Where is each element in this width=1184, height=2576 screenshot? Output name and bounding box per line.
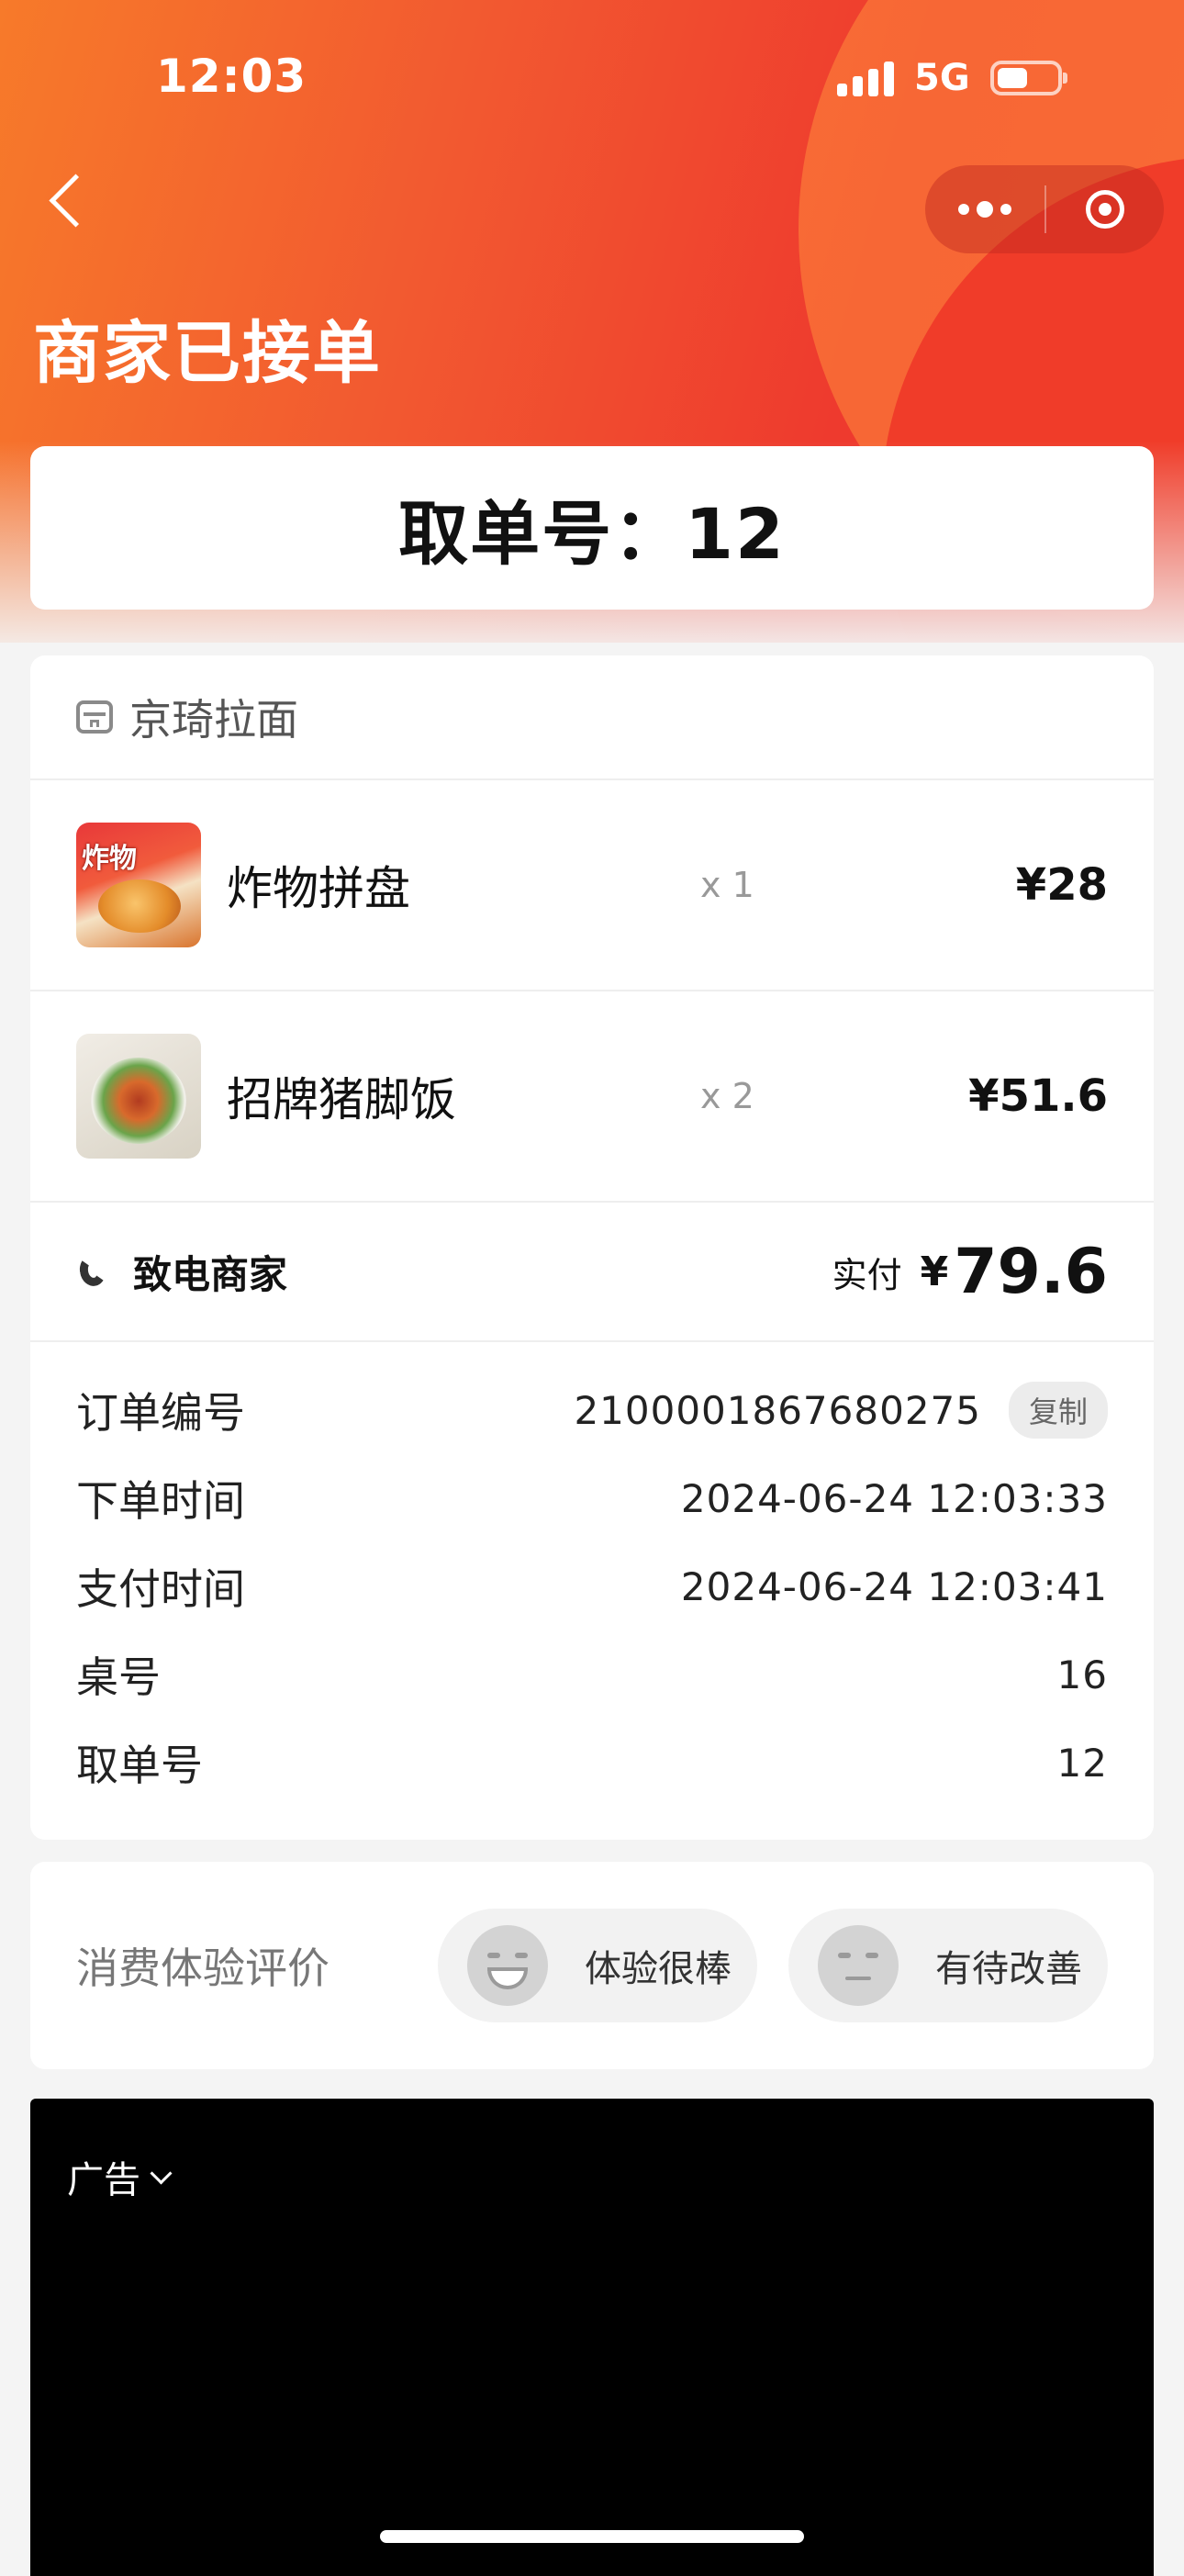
item-thumbnail xyxy=(76,1034,201,1159)
ad-banner[interactable]: 广告 xyxy=(30,2099,1154,2576)
phone-icon[interactable] xyxy=(76,1253,113,1290)
item-price: ¥51.6 xyxy=(968,1070,1108,1122)
item-name: 炸物拼盘 xyxy=(227,862,410,915)
item-quantity: x 1 xyxy=(700,865,754,905)
rating-good-label: 体验很棒 xyxy=(585,1948,732,1990)
call-merchant-button[interactable]: 致电商家 xyxy=(133,1244,832,1300)
happy-face-icon xyxy=(467,1925,548,2006)
detail-row-order-time: 下单时间 2024-06-24 12:03:33 xyxy=(76,1454,1108,1542)
detail-row-table: 桌号 16 xyxy=(76,1630,1108,1719)
total-row: 致电商家 实付 ¥ 79.6 xyxy=(30,1203,1154,1342)
order-item: 炸物 炸物拼盘 x 1 ¥28 xyxy=(30,780,1154,991)
pickup-number-card: 取单号：12 xyxy=(30,446,1154,610)
status-time: 12:03 xyxy=(156,50,307,103)
detail-label: 支付时间 xyxy=(76,1564,245,1614)
signal-icon xyxy=(837,60,894,96)
shop-row[interactable]: 京琦拉面 xyxy=(30,655,1154,780)
order-item: 招牌猪脚饭 x 2 ¥51.6 xyxy=(30,991,1154,1203)
shop-name: 京琦拉面 xyxy=(129,695,298,745)
rating-bad-button[interactable]: 有待改善 xyxy=(788,1909,1108,2022)
pickup-number: 取单号：12 xyxy=(398,493,786,575)
order-details: 订单编号 2100001867680275 复制 下单时间 2024-06-24… xyxy=(30,1342,1154,1807)
item-thumbnail: 炸物 xyxy=(76,823,201,947)
ad-label[interactable]: 广告 xyxy=(67,2150,173,2203)
rating-good-button[interactable]: 体验很棒 xyxy=(438,1909,757,2022)
paid-label: 实付 xyxy=(832,1254,902,1295)
battery-icon xyxy=(989,61,1067,95)
close-mini-program-icon[interactable] xyxy=(1046,190,1164,229)
detail-value: 2024-06-24 12:03:33 xyxy=(680,1475,1108,1521)
detail-value: 2100001867680275 xyxy=(574,1387,981,1433)
detail-value: 16 xyxy=(1056,1652,1108,1697)
mini-program-capsule xyxy=(925,165,1164,253)
thumbnail-label: 炸物 xyxy=(82,843,137,875)
detail-label: 桌号 xyxy=(76,1652,161,1702)
rating-label: 消费体验评价 xyxy=(76,1943,330,1993)
shop-icon xyxy=(76,700,113,734)
detail-value: 2024-06-24 12:03:41 xyxy=(680,1563,1108,1609)
copy-button[interactable]: 复制 xyxy=(1008,1382,1108,1439)
detail-label: 下单时间 xyxy=(76,1476,245,1526)
status-icons: 5G xyxy=(837,57,1067,99)
detail-label: 取单号 xyxy=(76,1741,203,1790)
rating-bad-label: 有待改善 xyxy=(935,1948,1082,1990)
detail-label: 订单编号 xyxy=(76,1388,245,1438)
item-name: 招牌猪脚饭 xyxy=(227,1073,456,1126)
paid-currency: ¥ xyxy=(920,1248,949,1295)
page-title: 商家已接单 xyxy=(33,314,382,393)
detail-value: 12 xyxy=(1056,1740,1108,1786)
network-type: 5G xyxy=(914,57,970,99)
ad-label-text: 广告 xyxy=(67,2159,140,2201)
neutral-face-icon xyxy=(818,1925,899,2006)
more-icon[interactable] xyxy=(925,201,1044,218)
item-price: ¥28 xyxy=(1015,859,1108,911)
detail-row-pickup: 取单号 12 xyxy=(76,1719,1108,1807)
rating-card: 消费体验评价 体验很棒 有待改善 xyxy=(30,1862,1154,2069)
detail-row-order-number: 订单编号 2100001867680275 复制 xyxy=(76,1366,1108,1454)
home-indicator[interactable] xyxy=(380,2530,804,2543)
order-card: 京琦拉面 炸物 炸物拼盘 x 1 ¥28 招牌猪脚饭 x 2 ¥51.6 致电商… xyxy=(30,655,1154,1840)
detail-row-pay-time: 支付时间 2024-06-24 12:03:41 xyxy=(76,1542,1108,1630)
item-quantity: x 2 xyxy=(700,1076,754,1116)
paid-amount: 79.6 xyxy=(954,1235,1108,1308)
chevron-down-icon xyxy=(150,2161,173,2185)
